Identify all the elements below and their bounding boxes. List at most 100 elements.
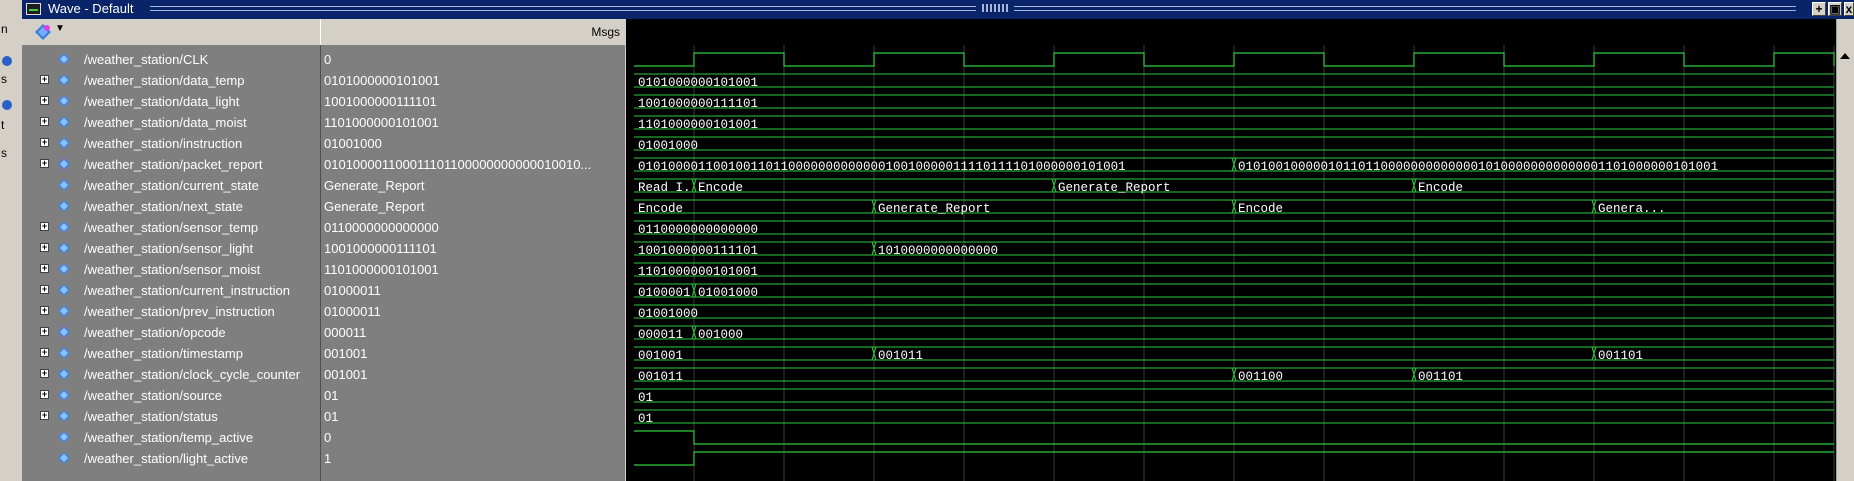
signal-value-row[interactable]: 1 (321, 448, 625, 469)
expand-icon[interactable]: + (40, 96, 49, 105)
signal-value-row[interactable]: 0 (321, 427, 625, 448)
titlebar-drag-grip[interactable] (982, 4, 1008, 12)
bus-value-label: Encode (698, 181, 743, 195)
expand-icon[interactable]: + (40, 285, 49, 294)
bus-value-label: 001000 (698, 328, 743, 342)
signal-value-row[interactable]: Generate_Report (321, 196, 625, 217)
signal-value: 1101000000101001 (324, 262, 439, 277)
signal-value: 01000011 (324, 283, 381, 298)
signal-row[interactable]: + /weather_station/opcode (22, 322, 320, 343)
signal-name: /weather_station/instruction (84, 136, 243, 151)
bus-value-label: Encode (1238, 202, 1283, 216)
signal-value-row[interactable]: 01 (321, 406, 625, 427)
signal-row[interactable]: /weather_station/next_state (22, 196, 320, 217)
signal-name: /weather_station/current_instruction (84, 283, 290, 298)
bus-value-label: 1001000000111101 (638, 97, 758, 111)
expand-icon[interactable]: + (40, 159, 49, 168)
expand-icon[interactable]: + (40, 243, 49, 252)
signal-name: /weather_station/CLK (84, 52, 209, 67)
wave-logo-icon[interactable] (34, 23, 52, 41)
dock-window-button[interactable]: + (1812, 2, 1826, 16)
signal-icon (58, 137, 70, 149)
signal-name: /weather_station/timestamp (84, 346, 243, 361)
signal-row[interactable]: + /weather_station/instruction (22, 133, 320, 154)
bus-value-label: 01001000 (698, 286, 758, 300)
signal-row[interactable]: + /weather_station/sensor_light (22, 238, 320, 259)
signal-value-row[interactable]: 0101000000101001 (321, 70, 625, 91)
signal-value-row[interactable]: 000011 (321, 322, 625, 343)
signal-row[interactable]: + /weather_station/timestamp (22, 343, 320, 364)
signal-value-row[interactable]: 1101000000101001 (321, 112, 625, 133)
vertical-scrollbar[interactable] (1836, 19, 1854, 481)
signal-value-row[interactable]: 1101000000101001 (321, 259, 625, 280)
bus-value-label: 1101000000101001 (638, 118, 758, 132)
signal-row[interactable]: + /weather_station/data_light (22, 91, 320, 112)
bus-value-label: 001011 (878, 349, 923, 363)
signal-name: /weather_station/sensor_moist (84, 262, 261, 277)
titlebar-rule (150, 6, 976, 11)
bus-value-label: Generate_Report (878, 202, 991, 216)
chevron-down-icon[interactable]: ▼ (55, 23, 65, 34)
signal-value: Generate_Report (324, 178, 425, 193)
signal-row[interactable]: + /weather_station/sensor_temp (22, 217, 320, 238)
signal-row[interactable]: + /weather_station/data_moist (22, 112, 320, 133)
expand-icon[interactable]: + (40, 348, 49, 357)
signal-row[interactable]: + /weather_station/source (22, 385, 320, 406)
signal-name: /weather_station/current_state (84, 178, 259, 193)
signal-icon (58, 158, 70, 170)
signal-row[interactable]: + /weather_station/prev_instruction (22, 301, 320, 322)
undock-window-button[interactable]: ▣ (1828, 2, 1842, 16)
expand-icon[interactable]: + (40, 369, 49, 378)
bus-value-label: 001101 (1598, 349, 1643, 363)
waveform-canvas[interactable]: 0101000000101001 1001000000111101 11010000… (626, 45, 1836, 481)
signal-value-row[interactable]: 001001 (321, 364, 625, 385)
signal-value-row[interactable]: 01 (321, 385, 625, 406)
signal-value: 010100001100011101100000000000010010... (324, 157, 592, 172)
expand-icon[interactable]: + (40, 117, 49, 126)
signal-row[interactable]: + /weather_station/packet_report (22, 154, 320, 175)
expand-icon[interactable]: + (40, 138, 49, 147)
signal-value: 1101000000101001 (324, 115, 439, 130)
signal-value-row[interactable]: 01000011 (321, 301, 625, 322)
signal-value: 001001 (324, 346, 368, 361)
signal-value-row[interactable]: Generate_Report (321, 175, 625, 196)
signal-name: /weather_station/source (84, 388, 223, 403)
bus-value-label: 1001000000111101 (638, 244, 758, 258)
signal-row[interactable]: /weather_station/temp_active (22, 427, 320, 448)
dock-icon[interactable] (2, 100, 12, 110)
bus-value-label: 001011 (638, 370, 683, 384)
expand-icon[interactable]: + (40, 327, 49, 336)
signal-row[interactable]: + /weather_station/current_instruction (22, 280, 320, 301)
wave-window-titlebar[interactable]: Wave - Default + ▣ x (22, 0, 1854, 19)
signal-row[interactable]: + /weather_station/data_temp (22, 70, 320, 91)
left-strip-glyph: s (1, 72, 7, 86)
signal-row[interactable]: /weather_station/current_state (22, 175, 320, 196)
signal-row[interactable]: /weather_station/light_active (22, 448, 320, 469)
expand-icon[interactable]: + (40, 75, 49, 84)
signal-value-row[interactable]: 01000011 (321, 280, 625, 301)
scroll-up-icon[interactable] (1840, 53, 1850, 59)
expand-icon[interactable]: + (40, 264, 49, 273)
signal-value-row[interactable]: 010100001100011101100000000000010010... (321, 154, 625, 175)
signal-icon (58, 116, 70, 128)
expand-icon[interactable]: + (40, 411, 49, 420)
signal-row[interactable]: /weather_station/CLK (22, 49, 320, 70)
signal-value-row[interactable]: 0110000000000000 (321, 217, 625, 238)
signal-value-row[interactable]: 1001000000111101 (321, 238, 625, 259)
signal-icon (58, 431, 70, 443)
expand-icon[interactable]: + (40, 390, 49, 399)
signal-value-row[interactable]: 001001 (321, 343, 625, 364)
signal-value-row[interactable]: 1001000000111101 (321, 91, 625, 112)
waveform-pane[interactable]: 0101000000101001 1001000000111101 11010000… (626, 45, 1836, 481)
dock-icon[interactable] (2, 56, 12, 66)
expand-icon[interactable]: + (40, 222, 49, 231)
signal-row[interactable]: + /weather_station/status (22, 406, 320, 427)
expand-icon[interactable]: + (40, 306, 49, 315)
close-window-button[interactable]: x (1844, 2, 1854, 16)
bus-value-label: Generate_Report (1058, 181, 1171, 195)
signal-row[interactable]: + /weather_station/clock_cycle_counter (22, 364, 320, 385)
signal-row[interactable]: + /weather_station/sensor_moist (22, 259, 320, 280)
signal-value-row[interactable]: 01001000 (321, 133, 625, 154)
signal-value-row[interactable]: 0 (321, 49, 625, 70)
signal-value: 01000011 (324, 304, 381, 319)
